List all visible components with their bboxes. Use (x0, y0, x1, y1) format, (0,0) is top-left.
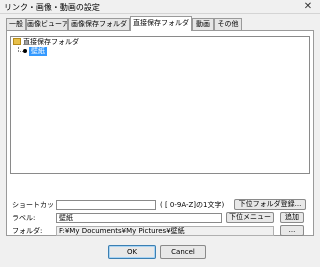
bullet-icon (23, 49, 27, 53)
tree-root-item[interactable]: 直接保存フォルダ (13, 38, 79, 47)
tree-child-item[interactable]: 壁紙 (29, 47, 47, 56)
shortcut-hint: ( [ 0-9A-Z]の1文字) (160, 201, 225, 209)
close-icon[interactable]: ✕ (301, 1, 315, 12)
title-bar: リンク・画像・動画の設定 ✕ (0, 0, 320, 14)
tab-image-viewer[interactable]: 画像ビューア (26, 18, 68, 30)
folder-path-field: F:¥My Documents¥My Pictures¥壁紙 (56, 226, 274, 236)
folder-tree[interactable]: 直接保存フォルダ 壁紙 (10, 36, 310, 174)
window-title: リンク・画像・動画の設定 (4, 3, 100, 12)
folder-label: フォルダ: (12, 227, 43, 235)
name-input[interactable]: 壁紙 (56, 213, 222, 223)
browse-button[interactable]: ... (280, 225, 304, 236)
tab-video[interactable]: 動画 (192, 18, 214, 30)
tab-image-save-folder[interactable]: 画像保存フォルダ (68, 18, 130, 30)
shortcut-input[interactable] (56, 200, 156, 210)
folder-icon (13, 38, 21, 45)
ok-button[interactable]: OK (108, 245, 156, 259)
tree-root-label: 直接保存フォルダ (23, 38, 79, 46)
submenu-button[interactable]: 下位メニュー (226, 212, 274, 223)
name-label: ラベル: (12, 214, 36, 222)
tab-direct-save-folder[interactable]: 直接保存フォルダ (130, 16, 192, 31)
tab-general[interactable]: 一般 (6, 18, 26, 30)
cancel-button[interactable]: Cancel (160, 245, 206, 259)
subfolder-register-button[interactable]: 下位フォルダ登録... (234, 199, 306, 210)
tab-other[interactable]: その他 (214, 18, 242, 30)
add-button[interactable]: 追加 (280, 212, 304, 223)
